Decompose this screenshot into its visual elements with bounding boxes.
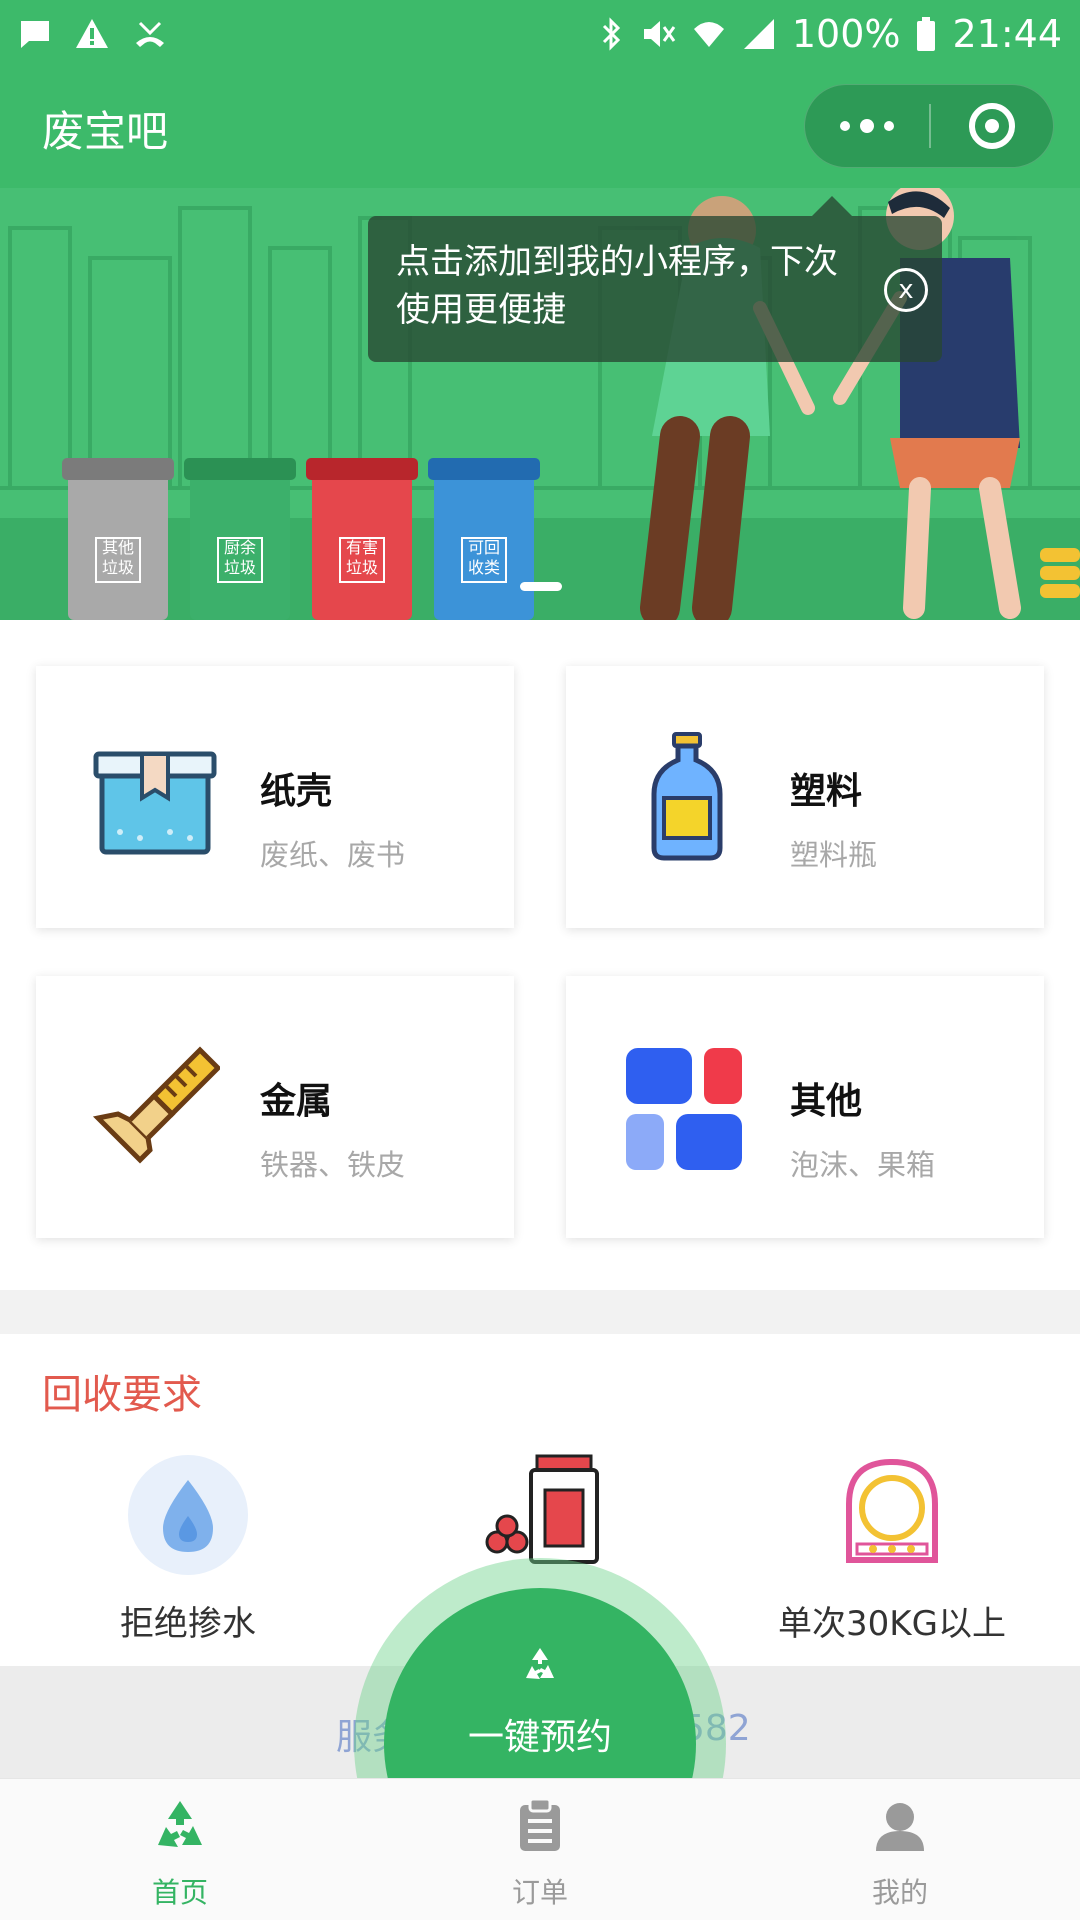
missed-call-icon xyxy=(136,21,164,47)
section-divider xyxy=(0,1290,1080,1334)
bin-label-kitchen: 厨余垃圾 xyxy=(223,538,256,577)
tab-bar: 首页 订单 我的 xyxy=(0,1778,1080,1920)
close-miniprogram-button[interactable] xyxy=(931,85,1053,167)
requirement-item: 单次30KG以上 xyxy=(742,1450,1042,1645)
requirements-title: 回收要求 xyxy=(42,1372,202,1418)
category-title: 纸壳 xyxy=(260,771,333,812)
tab-profile[interactable]: 我的 xyxy=(750,1797,1050,1911)
recycle-icon xyxy=(158,1801,202,1847)
requirement-item: 拒绝掺水 xyxy=(38,1450,338,1645)
category-title: 金属 xyxy=(260,1081,333,1122)
more-dot-center xyxy=(860,119,874,133)
category-subtitle: 塑料瓶 xyxy=(790,838,878,872)
category-card-other[interactable]: 其他 泡沫、果箱 xyxy=(566,976,1044,1238)
quick-book-label: 一键预约 xyxy=(467,1717,612,1758)
clock: 21:44 xyxy=(952,12,1062,56)
category-card-plastic[interactable]: 塑料 塑料瓶 xyxy=(566,666,1044,928)
tooltip-text: 点击添加到我的小程序，下次使用更便捷 xyxy=(396,242,838,330)
category-title: 其他 xyxy=(790,1081,863,1122)
tab-home[interactable]: 首页 xyxy=(30,1797,330,1911)
bin-label-recyclable: 可回收类 xyxy=(467,538,500,577)
page-title: 废宝吧 xyxy=(42,107,169,156)
battery-icon xyxy=(917,17,936,51)
recycle-icon xyxy=(526,1648,554,1679)
tab-label: 订单 xyxy=(511,1876,568,1909)
close-icon: x xyxy=(898,275,914,305)
plastic-bottle-icon xyxy=(651,732,723,861)
app-screen: 100% 21:44 废宝吧 其他垃圾 厨余垃圾 有害垃圾 可回收类 点击添加到… xyxy=(0,0,1080,1920)
bin-label-hazardous: 有害垃圾 xyxy=(345,538,378,577)
target-close-icon xyxy=(969,103,1015,149)
more-dots-icon xyxy=(840,121,850,131)
user-icon xyxy=(876,1803,924,1851)
requirement-label: 拒绝掺水 xyxy=(120,1604,256,1644)
category-subtitle: 废纸、废书 xyxy=(260,838,406,872)
message-icon xyxy=(21,21,49,48)
bin-label-other: 其他垃圾 xyxy=(101,538,134,577)
title-bar: 废宝吧 xyxy=(0,68,1080,188)
requirement-label: 单次30KG以上 xyxy=(778,1604,1006,1644)
category-subtitle: 泡沫、果箱 xyxy=(790,1148,936,1182)
tooltip-close-button[interactable]: x xyxy=(884,268,928,312)
more-dot-right xyxy=(884,121,894,131)
scale-icon xyxy=(846,1458,938,1563)
battery-percent: 100% xyxy=(791,12,901,56)
bluetooth-icon xyxy=(602,17,620,51)
tooltip-arrow xyxy=(812,196,852,216)
metal-bar-icon xyxy=(92,1046,220,1164)
category-subtitle: 铁器、铁皮 xyxy=(260,1148,406,1182)
warning-icon xyxy=(76,19,108,48)
clipboard-icon xyxy=(520,1797,560,1851)
add-miniprogram-tooltip: 点击添加到我的小程序，下次使用更便捷 xyxy=(368,216,942,362)
tab-label: 首页 xyxy=(151,1876,208,1909)
status-bar: 100% 21:44 xyxy=(0,0,1080,68)
miniprogram-capsule xyxy=(804,84,1054,168)
cardboard-box-icon xyxy=(93,751,217,855)
mute-icon xyxy=(643,21,676,47)
tab-label: 我的 xyxy=(871,1876,928,1909)
signal-icon xyxy=(743,19,774,49)
water-drop-icon xyxy=(128,1455,248,1575)
blocks-icon xyxy=(626,1048,742,1170)
category-title: 塑料 xyxy=(790,771,863,812)
more-button[interactable] xyxy=(805,85,929,167)
banner-indicator[interactable] xyxy=(520,582,562,591)
tab-orders[interactable]: 订单 xyxy=(390,1797,690,1911)
category-card-metal[interactable]: 金属 铁器、铁皮 xyxy=(36,976,514,1238)
wifi-icon xyxy=(693,22,724,47)
category-card-cardboard[interactable]: 纸壳 废纸、废书 xyxy=(36,666,514,928)
